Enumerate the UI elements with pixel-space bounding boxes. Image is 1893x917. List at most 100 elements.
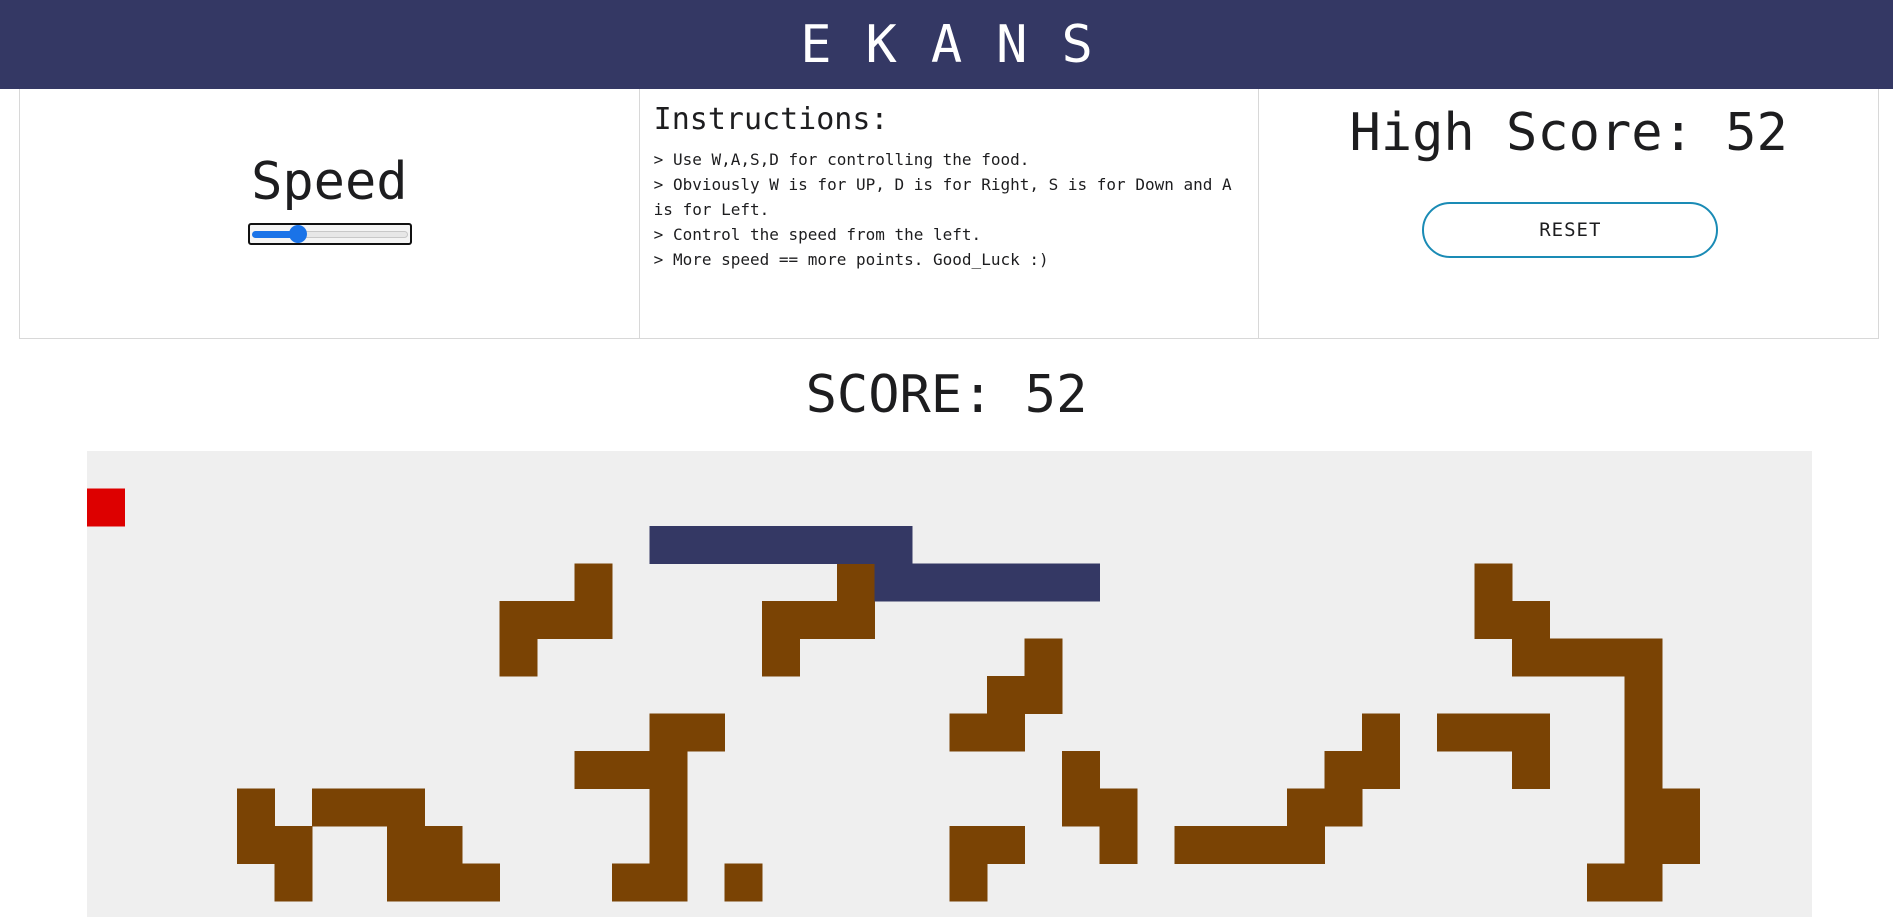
wall-cell	[237, 788, 275, 827]
wall-cell	[1324, 751, 1363, 789]
wall-cell	[387, 788, 425, 827]
game-board-canvas[interactable]	[87, 451, 1812, 917]
snake-segment	[949, 563, 988, 602]
instructions-list: > Use W,A,S,D for controlling the food. …	[654, 147, 1241, 272]
wall-cell	[1662, 788, 1700, 827]
wall-cell	[237, 826, 275, 864]
wall-cell	[724, 863, 763, 902]
wall-cell	[387, 826, 425, 864]
wall-cell	[574, 751, 613, 789]
instruction-line: > More speed == more points. Good_Luck :…	[653, 250, 1049, 269]
game-board[interactable]	[87, 451, 1812, 917]
wall-cell	[1624, 638, 1663, 677]
wall-cell	[1324, 788, 1363, 827]
wall-cell	[1624, 713, 1663, 752]
wall-cell	[762, 638, 800, 677]
instruction-line: > Obviously W is for UP, D is for Right,…	[653, 175, 1232, 219]
instructions-title: Instructions:	[653, 102, 889, 137]
instruction-line: > Use W,A,S,D for controlling the food.	[653, 150, 1030, 169]
score-value: 52	[1024, 365, 1088, 425]
wall-cell	[349, 788, 388, 827]
wall-cell	[837, 601, 875, 639]
wall-cell	[499, 638, 538, 677]
wall-cell	[1287, 826, 1325, 864]
snake-segment	[874, 563, 913, 602]
high-score: High Score: 52	[1259, 103, 1878, 163]
instructions-panel: Instructions: > Use W,A,S,D for controll…	[639, 89, 1260, 339]
wall-cell	[574, 601, 613, 639]
wall-cell	[1587, 863, 1625, 902]
score-label: SCORE:	[805, 365, 1025, 425]
snake-segment	[762, 526, 800, 564]
wall-cell	[312, 788, 350, 827]
wall-cell	[424, 863, 463, 902]
wall-cell	[387, 863, 425, 902]
wall-cell	[1512, 751, 1550, 789]
wall-cell	[987, 713, 1025, 752]
high-score-label: High Score:	[1349, 103, 1726, 163]
app-header: EKANS	[0, 0, 1893, 89]
wall-cell	[1437, 713, 1475, 752]
wall-cell	[649, 826, 688, 864]
snake-segment	[837, 526, 875, 564]
wall-cell	[1174, 826, 1213, 864]
wall-cell	[649, 751, 688, 789]
wall-cell	[1512, 601, 1550, 639]
snake-segment	[912, 563, 950, 602]
game-title: EKANS	[800, 14, 1127, 75]
wall-cell	[762, 601, 800, 639]
wall-cell	[612, 863, 650, 902]
wall-cell	[987, 676, 1025, 714]
wall-cell	[424, 826, 463, 864]
wall-cell	[1062, 788, 1100, 827]
high-score-panel: High Score: 52 RESET	[1259, 89, 1880, 339]
snake-segment	[874, 526, 913, 564]
wall-cell	[1587, 638, 1625, 677]
wall-cell	[687, 713, 725, 752]
wall-cell	[649, 788, 688, 827]
wall-cell	[949, 863, 988, 902]
wall-cell	[1624, 751, 1663, 789]
wall-cell	[537, 601, 575, 639]
wall-cell	[949, 826, 988, 864]
wall-cell	[1624, 826, 1663, 864]
wall-cell	[1549, 638, 1588, 677]
wall-cell	[1024, 638, 1063, 677]
wall-cell	[499, 601, 538, 639]
instruction-line: > Control the speed from the left.	[653, 225, 982, 244]
wall-cell	[1287, 788, 1325, 827]
wall-cell	[274, 826, 313, 864]
control-panels: Speed Instructions: > Use W,A,S,D for co…	[19, 89, 1880, 339]
wall-cell	[1362, 751, 1400, 789]
wall-cell	[612, 751, 650, 789]
wall-cell	[274, 863, 313, 902]
wall-cell	[1099, 788, 1138, 827]
speed-panel: Speed	[19, 89, 640, 339]
wall-cell	[1474, 601, 1513, 639]
snake-segment	[687, 526, 725, 564]
wall-cell	[1062, 751, 1100, 789]
wall-cell	[574, 563, 613, 602]
snake-segment	[1024, 563, 1063, 602]
speed-slider[interactable]	[248, 223, 412, 245]
wall-cell	[1474, 713, 1513, 752]
wall-cell	[1624, 863, 1663, 902]
wall-cell	[1662, 826, 1700, 864]
speed-slider-track	[297, 231, 408, 238]
wall-cell	[1024, 676, 1063, 714]
wall-cell	[949, 713, 988, 752]
snake-segment	[724, 526, 763, 564]
high-score-value: 52	[1725, 103, 1788, 163]
speed-label: Speed	[251, 152, 408, 212]
wall-cell	[799, 601, 838, 639]
current-score: SCORE: 52	[0, 365, 1893, 425]
snake-segment	[987, 563, 1025, 602]
wall-cell	[1624, 788, 1663, 827]
wall-cell	[1512, 713, 1550, 752]
wall-cell	[462, 863, 500, 902]
reset-button[interactable]: RESET	[1422, 202, 1719, 258]
speed-slider-thumb[interactable]	[288, 225, 307, 243]
snake-segment	[649, 526, 688, 564]
snake-segment	[799, 526, 838, 564]
food-cell	[87, 488, 125, 527]
